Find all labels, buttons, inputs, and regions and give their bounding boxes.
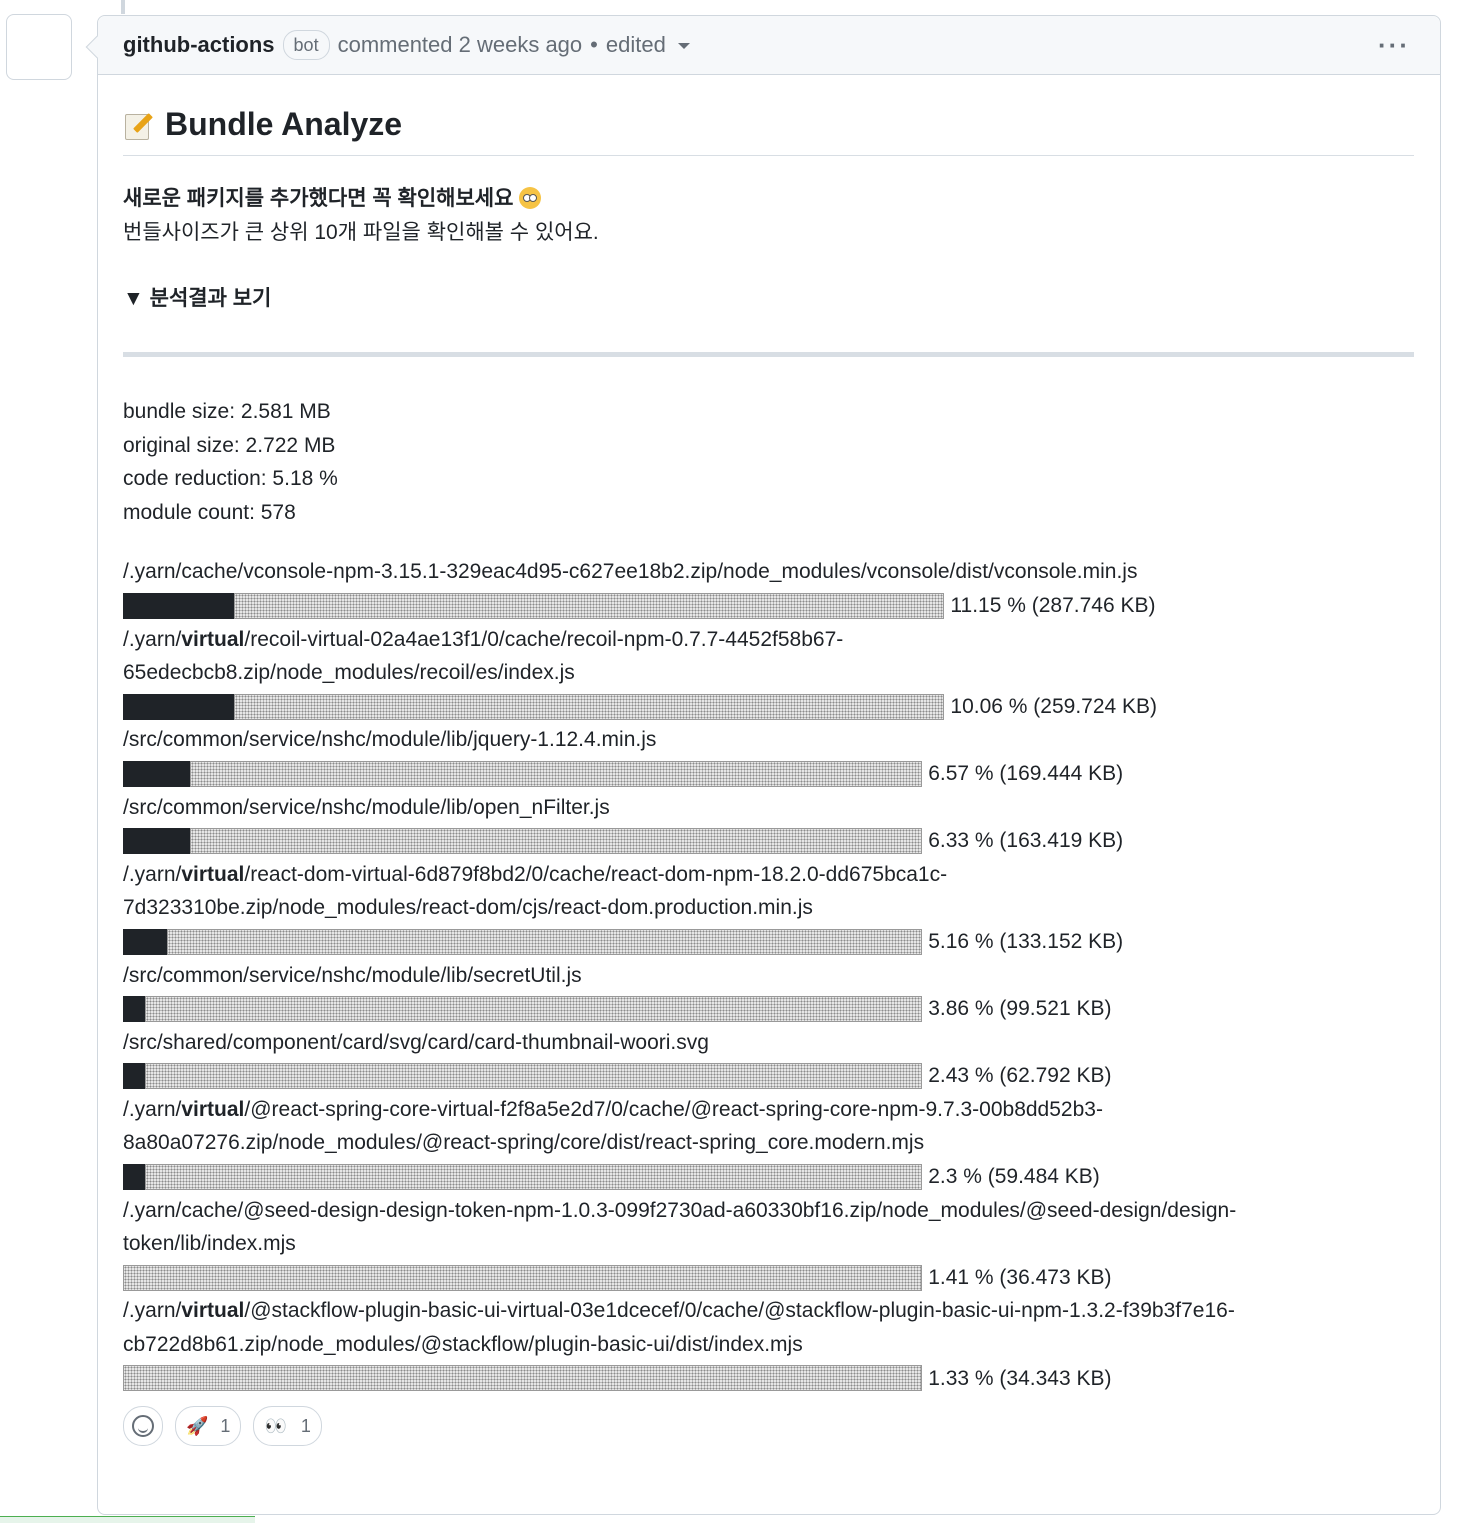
divider: [123, 352, 1414, 357]
heading-text: Bundle Analyze: [165, 106, 403, 142]
file-bar-row: 1.41 % (36.473 KB): [123, 1261, 1414, 1295]
face-icon: [519, 187, 542, 209]
smiley-icon: [132, 1415, 154, 1437]
comment-box: github-actions bot commented 2 weeks ago…: [85, 15, 1441, 1515]
size-bar-empty: [123, 1365, 923, 1392]
size-bar-filled: [123, 760, 190, 787]
comment-timestamp[interactable]: commented 2 weeks ago: [338, 32, 583, 58]
size-bar-empty: [234, 693, 945, 720]
eyes-count: 1: [300, 1415, 311, 1436]
size-label: 2.43 % (62.792 KB): [928, 1064, 1112, 1088]
size-bar: [123, 928, 923, 955]
size-bar-empty: [145, 1163, 923, 1190]
size-label: 2.3 % (59.484 KB): [928, 1165, 1100, 1189]
size-label: 6.57 % (169.444 KB): [928, 761, 1124, 785]
avatar[interactable]: [6, 14, 72, 80]
memo-icon: [123, 110, 153, 140]
file-path: /.yarn/virtual/@stackflow-plugin-basic-u…: [123, 1299, 1235, 1357]
file-bar-row: 3.86 % (99.521 KB): [123, 992, 1414, 1026]
file-path: /src/common/service/nshc/module/lib/open…: [123, 795, 610, 819]
caret-down-icon: [677, 43, 690, 50]
file-path: /src/common/service/nshc/module/lib/secr…: [123, 963, 582, 987]
eyes-reaction-button[interactable]: 👀 1: [253, 1406, 322, 1446]
stat-original-size: original size: 2.722 MB: [123, 433, 336, 457]
size-bar-filled: [123, 827, 190, 854]
size-bar: [123, 1264, 923, 1291]
file-bar-row: 1.33 % (34.343 KB): [123, 1362, 1414, 1396]
size-bar-filled: [123, 995, 146, 1022]
size-bar-filled: [123, 592, 234, 619]
file-path: /.yarn/virtual/@react-spring-core-virtua…: [123, 1097, 1103, 1155]
intro-line-2: 번들사이즈가 큰 상위 10개 파일을 확인해볼 수 있어요.: [123, 221, 599, 244]
size-bar-empty: [234, 592, 945, 619]
rocket-count: 1: [220, 1415, 231, 1436]
rocket-icon: 🚀: [186, 1415, 209, 1436]
file-bar-row: 11.15 % (287.746 KB): [123, 589, 1414, 623]
file-bar-row: 6.33 % (163.419 KB): [123, 824, 1414, 858]
stat-code-reduction: code reduction: 5.18 %: [123, 467, 338, 491]
edited-label: edited: [605, 32, 666, 57]
size-bar-empty: [145, 995, 923, 1022]
size-bar: [123, 1063, 923, 1090]
size-label: 10.06 % (259.724 KB): [950, 694, 1158, 718]
size-bar: [123, 693, 945, 720]
file-path: /.yarn/virtual/react-dom-virtual-6d879f8…: [123, 862, 948, 920]
comment-body: Bundle Analyze 새로운 패키지를 추가했다면 꼭 확인해보세요 번…: [123, 74, 1414, 1395]
bot-badge: bot: [282, 30, 330, 60]
size-bar: [123, 1365, 923, 1392]
comment-header: github-actions bot commented 2 weeks ago…: [98, 16, 1440, 75]
size-bar: [123, 760, 923, 787]
file-bar-row: 10.06 % (259.724 KB): [123, 690, 1414, 724]
stat-bundle-size: bundle size: 2.581 MB: [123, 400, 331, 423]
size-bar-filled: [123, 1163, 146, 1190]
file-bar-row: 5.16 % (133.152 KB): [123, 925, 1414, 959]
reactions: 🚀 1 👀 1: [123, 1406, 322, 1446]
intro-line-1: 새로운 패키지를 추가했다면 꼭 확인해보세요: [123, 187, 514, 210]
file-path: /.yarn/cache/@seed-design-design-token-n…: [123, 1198, 1237, 1256]
size-bar: [123, 592, 945, 619]
file-bar-row: 2.43 % (62.792 KB): [123, 1059, 1414, 1093]
file-list: /.yarn/cache/vconsole-npm-3.15.1-329eac4…: [123, 555, 1414, 1395]
size-bar-filled: [123, 928, 168, 955]
kebab-icon[interactable]: ···: [1378, 30, 1410, 61]
file-bar-row: 2.3 % (59.484 KB): [123, 1160, 1414, 1194]
size-bar: [123, 827, 923, 854]
size-bar-empty: [189, 760, 923, 787]
eyes-icon: 👀: [264, 1415, 287, 1436]
size-bar-empty: [145, 1063, 923, 1090]
file-path: /src/common/service/nshc/module/lib/jque…: [123, 728, 657, 752]
size-bar: [123, 995, 923, 1022]
intro-text: 새로운 패키지를 추가했다면 꼭 확인해보세요 번들사이즈가 큰 상위 10개 …: [123, 182, 1414, 250]
size-label: 1.33 % (34.343 KB): [928, 1366, 1112, 1390]
bundle-heading: Bundle Analyze: [123, 106, 1414, 156]
size-bar-filled: [123, 1063, 146, 1090]
size-label: 6.33 % (163.419 KB): [928, 829, 1124, 853]
size-label: 5.16 % (133.152 KB): [928, 929, 1124, 953]
meta-separator: •: [590, 32, 598, 57]
size-bar: [123, 1163, 923, 1190]
size-bar-empty: [167, 928, 923, 955]
file-bar-row: 6.57 % (169.444 KB): [123, 757, 1414, 791]
stats: bundle size: 2.581 MB original size: 2.7…: [123, 395, 1414, 529]
size-bar-empty: [123, 1264, 923, 1291]
size-label: 1.41 % (36.473 KB): [928, 1265, 1112, 1289]
add-reaction-button[interactable]: [123, 1406, 163, 1446]
size-bar-filled: [123, 693, 234, 720]
file-path: /src/shared/component/card/svg/card/card…: [123, 1030, 709, 1054]
stat-module-count: module count: 578: [123, 500, 296, 524]
comment-author[interactable]: github-actions: [123, 32, 275, 58]
size-bar-empty: [189, 827, 923, 854]
edited-dropdown[interactable]: edited: [606, 32, 690, 58]
size-label: 3.86 % (99.521 KB): [928, 997, 1112, 1021]
rocket-reaction-button[interactable]: 🚀 1: [175, 1406, 242, 1446]
file-path: /.yarn/virtual/recoil-virtual-02a4ae13f1…: [123, 627, 844, 685]
size-label: 11.15 % (287.746 KB): [950, 593, 1156, 617]
file-path: /.yarn/cache/vconsole-npm-3.15.1-329eac4…: [123, 560, 1138, 584]
timeline-line: [121, 0, 125, 14]
details-summary[interactable]: ▼ 분석결과 보기: [123, 282, 1414, 312]
